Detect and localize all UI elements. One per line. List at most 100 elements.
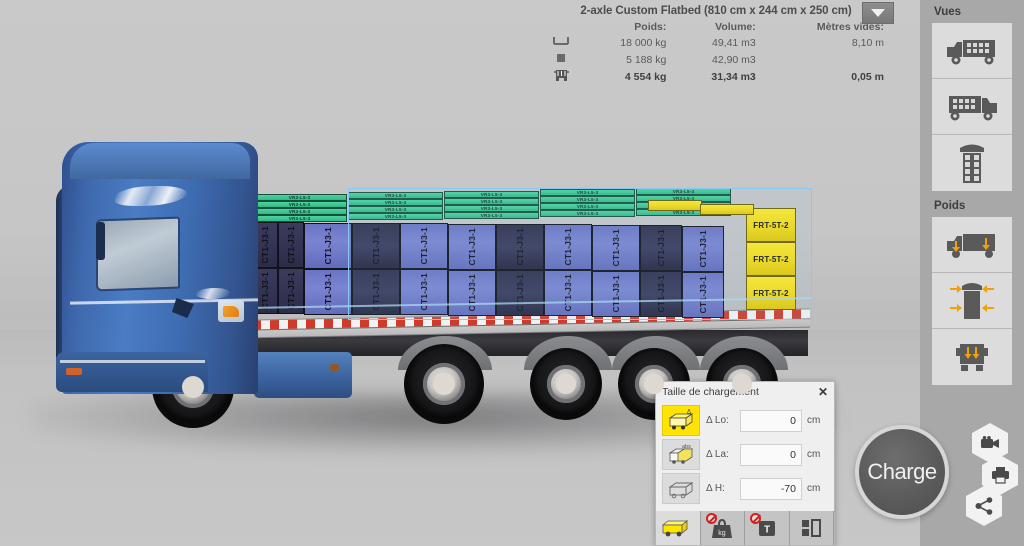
share-icon	[975, 497, 992, 515]
cargo-box-blue[interactable]: CT1-J3-1	[304, 269, 352, 315]
table-row: 18 000 kg 49,41 m3 8,10 m	[544, 34, 888, 51]
video-camera-icon	[981, 436, 999, 448]
side-mirror	[96, 222, 105, 260]
cargo-label: CT1-J3-1	[286, 226, 296, 264]
cab-roof	[70, 143, 250, 179]
weights-section-title: Poids	[934, 200, 966, 212]
wheel-trailer-1	[530, 348, 602, 420]
tab-weight[interactable]: kg	[700, 511, 745, 545]
wheel-drive	[404, 344, 484, 424]
vehicle-dropdown-button[interactable]	[862, 2, 894, 24]
yellow-truck-icon	[661, 520, 688, 537]
dimension-fields: Δ Lo: cm Δ La: cm Δ H: cm	[700, 405, 828, 507]
sidebar-item-weight-axle-side[interactable]	[932, 217, 1012, 273]
weight-top-view-icon	[950, 282, 994, 319]
truck-side-right-icon	[947, 39, 995, 64]
weight-rear-view-icon	[956, 344, 988, 371]
cell-poids: 5 188 kg	[626, 53, 667, 66]
sidebar-item-weight-rear[interactable]	[932, 329, 1012, 385]
field-row: Δ Lo: cm	[706, 405, 828, 436]
weights-button-group	[932, 217, 1012, 385]
table-header-row: Poids: Volume: Mètres vides:	[544, 20, 888, 34]
cargo-box-blue[interactable]: CT1-J3-1	[304, 223, 352, 269]
sidebar-item-view-side-right[interactable]	[932, 23, 1012, 79]
mode-relative-button[interactable]: Δ	[662, 405, 700, 436]
cell-poids: 4 554 kg	[624, 71, 667, 83]
cargo-box-green[interactable]: VR3-L5-3	[252, 215, 347, 222]
bumper-trim	[60, 360, 205, 363]
load-planner-app: VR3-L5-3 VR3-L5-3 VR3-L5-3 VR3-L5-3 VR3-L5-3…	[0, 0, 1024, 546]
views-button-group	[932, 23, 1012, 191]
col-poids: Poids:	[634, 21, 667, 33]
dialog-tab-bar: kg T	[656, 511, 834, 545]
cargo-box-green[interactable]: VR3-L5-3	[252, 194, 347, 201]
truck-side-left-icon	[949, 95, 997, 120]
loaded-truck-icon	[544, 68, 578, 86]
cargo-label: VR3-L5-3	[288, 202, 311, 207]
tab-grouping[interactable]	[789, 511, 834, 545]
cargo-label: VR3-L5-3	[288, 195, 311, 200]
vehicle-info-header: 2-axle Custom Flatbed (810 cm x 244 cm x…	[536, 0, 896, 92]
mode-absolute-button[interactable]: abs	[662, 439, 700, 470]
cargo-box-green[interactable]: VR3-L5-3	[252, 201, 347, 208]
sidebar-item-view-top[interactable]	[932, 135, 1012, 191]
cell-metres: 8,10 m	[851, 36, 884, 49]
tab-temperature[interactable]: T	[745, 511, 790, 545]
field-row: Δ La: cm	[706, 439, 828, 470]
delta-length-input[interactable]	[740, 409, 802, 432]
cargo-box-green[interactable]: VR3-L5-3	[252, 208, 347, 215]
cargo-label: CT1-J3-1	[260, 226, 270, 264]
cargo-block-icon	[544, 51, 578, 68]
table-row: 5 188 kg 42,90 m3	[544, 51, 888, 68]
dialog-body: Δ abs Δ Lo: 0 cm Δ La: 0 cm Δ H: -70 cm	[656, 402, 834, 507]
field-label: Δ Lo:	[706, 415, 729, 426]
field-label: Δ H:	[706, 483, 725, 494]
field-unit: cm	[807, 415, 821, 426]
mode-wireframe-button[interactable]	[662, 473, 700, 504]
sidebar-item-weight-top[interactable]	[932, 273, 1012, 329]
axle-weight-side-icon	[947, 233, 995, 258]
views-section-title: Vues	[934, 6, 962, 18]
cell-metres: 0,05 m	[851, 71, 884, 83]
icon-column-header	[544, 20, 578, 34]
charge-button-label: Charge	[867, 459, 937, 484]
close-icon[interactable]: ✕	[818, 386, 828, 398]
relative-size-icon: Δ	[668, 409, 694, 429]
split-boxes-icon	[802, 519, 822, 537]
cab-badge-icon	[218, 300, 244, 322]
svg-text:kg: kg	[719, 530, 727, 537]
prohibited-icon	[750, 513, 761, 524]
col-volume: Volume:	[715, 21, 756, 33]
tab-load-size[interactable]	[656, 511, 701, 545]
cell-poids: 18 000 kg	[620, 36, 667, 49]
load-size-dialog[interactable]: Taille de chargement ✕ Δ abs Δ Lo: 0 cm …	[655, 381, 835, 546]
wireframe-size-icon	[668, 481, 694, 498]
delta-width-input[interactable]	[740, 443, 802, 466]
sidebar-item-view-side-left[interactable]	[932, 79, 1012, 135]
delta-height-input[interactable]	[740, 477, 802, 500]
charge-button[interactable]: Charge	[855, 425, 949, 519]
trailer-capacity-icon	[544, 34, 578, 51]
summary-table: Poids: Volume: Mètres vides: 18 000 kg 49…	[544, 20, 888, 86]
cargo-label: VR3-L5-3	[288, 216, 311, 221]
mode-button-column: Δ abs	[662, 405, 700, 507]
field-row: Δ H: cm	[706, 473, 828, 504]
action-hex-group	[962, 423, 1018, 539]
cargo-box-blue[interactable]: CT1-J3-1	[278, 222, 304, 268]
cell-metres	[760, 51, 888, 68]
front-indicator-light	[66, 368, 82, 375]
cargo-label: CT1-J3-1	[323, 227, 333, 265]
field-unit: cm	[807, 449, 821, 460]
cell-volume: 49,41 m3	[711, 36, 756, 49]
printer-icon	[991, 467, 1009, 484]
fuel-cap	[330, 364, 339, 371]
cell-volume: 42,90 m3	[711, 53, 756, 66]
cargo-label: CT1-J3-1	[260, 272, 270, 310]
page-title: 2-axle Custom Flatbed (810 cm x 244 cm x…	[580, 5, 852, 17]
cab-window	[96, 216, 180, 292]
chevron-down-icon	[871, 9, 885, 17]
cargo-label: CT1-J3-1	[286, 272, 296, 310]
field-unit: cm	[807, 483, 821, 494]
fuel-tank	[254, 352, 352, 398]
absolute-size-icon: abs	[668, 444, 694, 464]
